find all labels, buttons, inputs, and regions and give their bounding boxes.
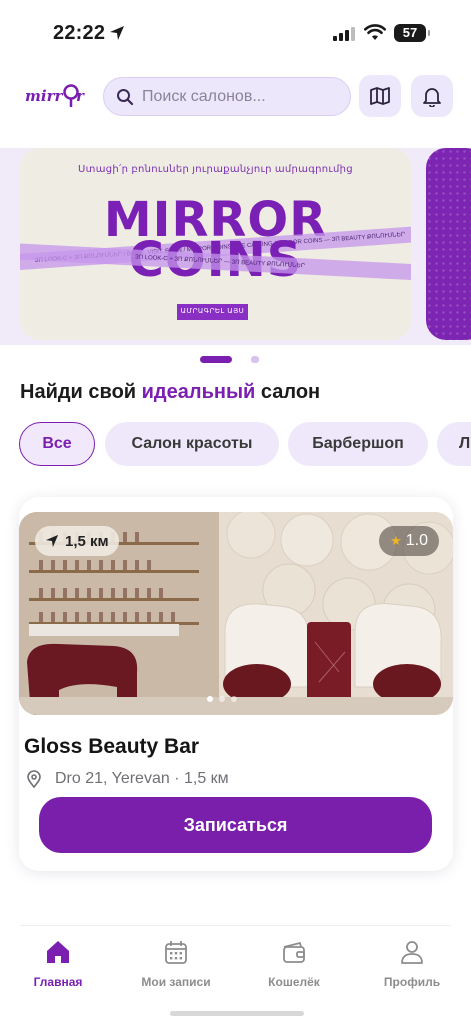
tab-bookings[interactable]: Мои записи	[126, 938, 226, 989]
logo-mark: mirr r	[25, 84, 85, 107]
tab-label: Кошелёк	[268, 975, 320, 989]
photo-dot[interactable]	[219, 696, 225, 702]
salon-address-row: Dro 21, Yerevan · 1,5 км	[26, 770, 229, 788]
search-placeholder: Поиск салонов...	[142, 87, 266, 105]
rating-value: 1.0	[405, 532, 428, 549]
calendar-icon	[165, 941, 187, 964]
chip-partial[interactable]: Л	[437, 422, 471, 466]
location-arrow-icon	[110, 26, 124, 40]
rating-badge: ★ 1.0	[379, 526, 439, 556]
promo-banner-next[interactable]	[426, 148, 471, 340]
map-icon	[370, 87, 390, 105]
bell-icon	[423, 88, 441, 107]
tab-label: Главная	[33, 975, 83, 989]
search-input[interactable]: Поиск салонов...	[103, 77, 351, 116]
salon-photo[interactable]: 1,5 км ★ 1.0	[19, 512, 453, 715]
promo-banner[interactable]: Ստացի՛ր բոնուսներ յուրաքանչյուր ամրագրու…	[20, 148, 411, 340]
profile-icon	[401, 941, 423, 964]
tab-wallet[interactable]: Кошелёк	[244, 938, 344, 989]
category-chips: Все Салон красоты Барбершоп Л	[19, 422, 471, 466]
bottom-tab-bar: Главная Мои записи Кошелёк Профиль	[0, 926, 471, 1024]
search-icon	[117, 88, 134, 105]
map-button[interactable]	[359, 75, 401, 117]
section-title-start: Найди свой	[20, 381, 142, 403]
chip-all[interactable]: Все	[19, 422, 95, 466]
salon-card[interactable]: 1,5 км ★ 1.0 Gloss Beauty Bar Dro 21, Ye…	[19, 497, 453, 871]
tab-home[interactable]: Главная	[8, 938, 108, 989]
svg-text:r: r	[76, 87, 85, 105]
photo-dot[interactable]	[231, 696, 237, 702]
section-title-accent: идеальный	[141, 381, 256, 403]
carousel-dot[interactable]	[251, 356, 259, 363]
pin-icon	[27, 770, 41, 788]
distance-badge: 1,5 км	[35, 526, 119, 556]
photo-dot[interactable]	[207, 696, 213, 702]
tab-label: Профиль	[383, 975, 441, 989]
star-icon: ★	[390, 533, 402, 548]
section-title-end: салон	[255, 381, 321, 403]
location-arrow-icon	[45, 534, 59, 548]
status-bar: 22:22 57	[0, 0, 471, 66]
book-button[interactable]: Записаться	[39, 797, 432, 853]
wallet-icon	[283, 942, 305, 963]
home-icon	[47, 941, 69, 963]
chip-beauty-salon[interactable]: Салон красоты	[105, 422, 279, 466]
tab-label: Мои записи	[141, 975, 211, 989]
status-time: 22:22	[53, 22, 106, 44]
salon-name[interactable]: Gloss Beauty Bar	[24, 735, 199, 759]
carousel-dot-active[interactable]	[200, 356, 232, 363]
svg-text:mirr: mirr	[25, 87, 63, 105]
notifications-button[interactable]	[411, 75, 453, 117]
section-title: Найди свой идеальный салон	[20, 381, 320, 404]
banner-cta[interactable]: ԱՄՐԱԳՐԵԼ ԱՅՍ	[177, 304, 248, 320]
home-indicator	[170, 1011, 304, 1016]
chip-barbershop[interactable]: Барбершоп	[288, 422, 428, 466]
distance-value: 1,5 км	[65, 532, 109, 550]
battery-indicator: 57	[394, 24, 430, 42]
photo-dots	[207, 696, 237, 702]
app-logo[interactable]: mirr r	[24, 80, 88, 112]
tab-profile[interactable]: Профиль	[362, 938, 462, 989]
banner-subtitle: Ստացի՛ր բոնուսներ յուրաքանչյուր ամրագրու…	[78, 164, 353, 175]
signal-icon	[333, 27, 355, 41]
wifi-icon	[364, 24, 386, 40]
salon-address: Dro 21, Yerevan · 1,5 км	[55, 770, 229, 787]
